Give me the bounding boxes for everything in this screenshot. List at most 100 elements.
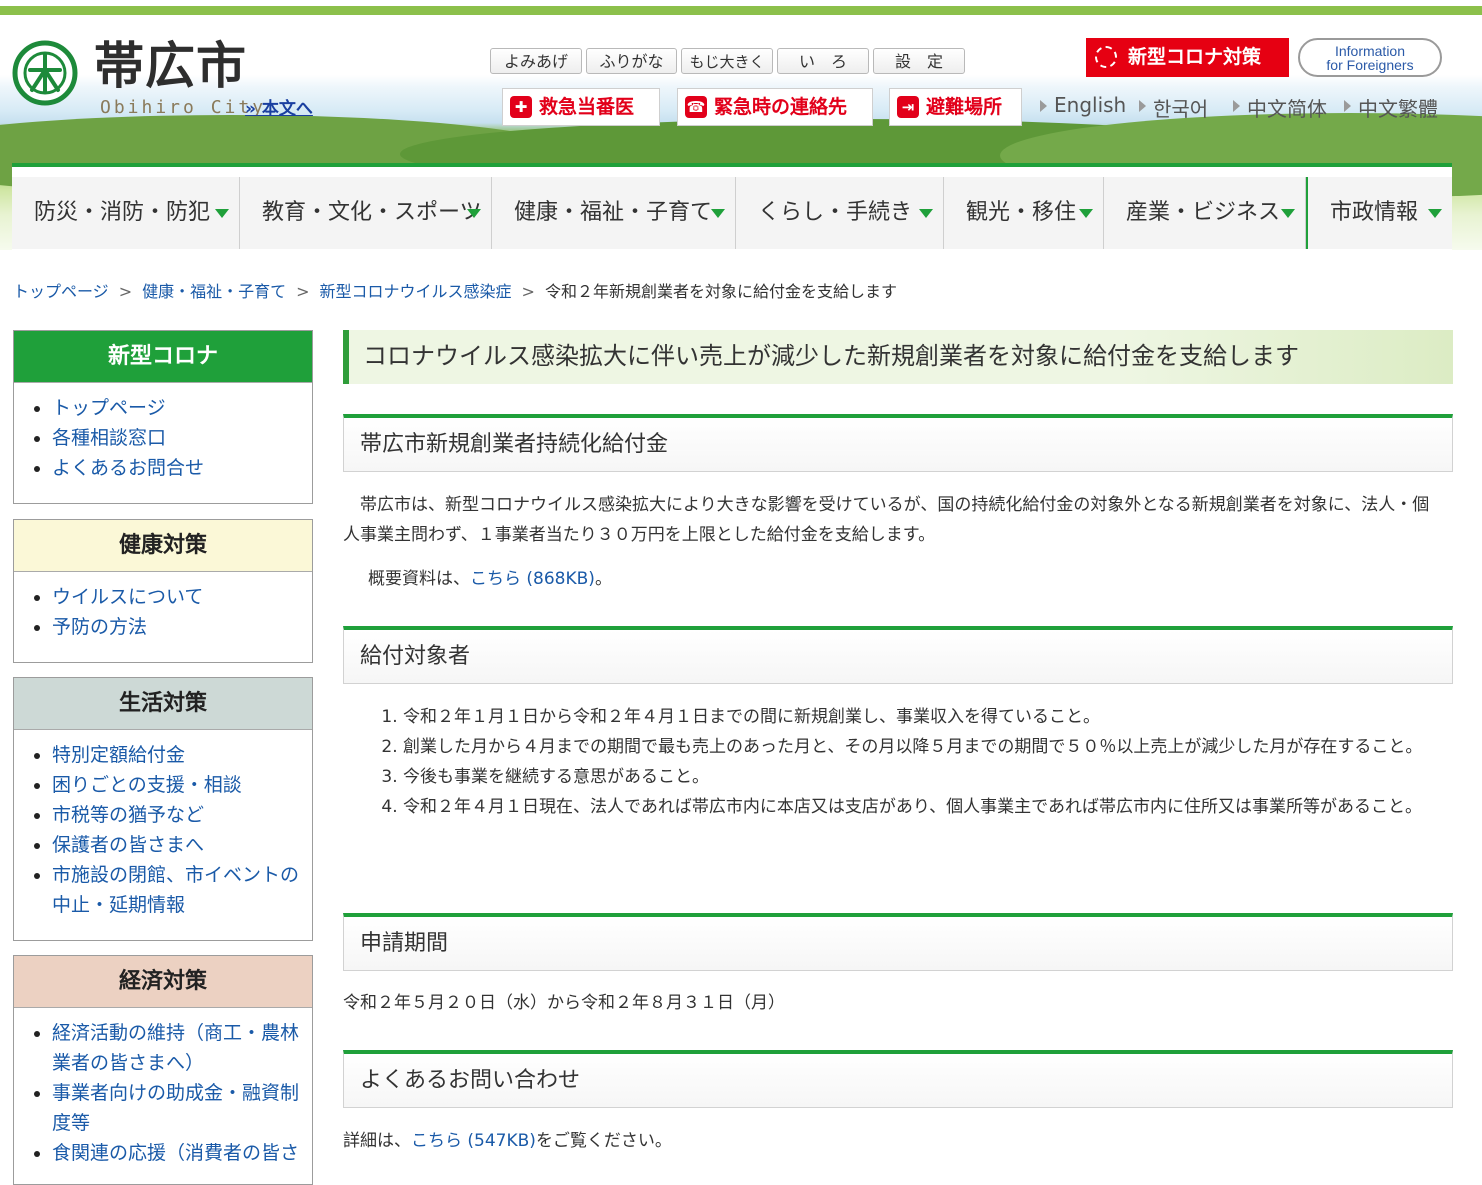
list-item: 市施設の閉館、市イベントの中止・延期情報 <box>52 860 304 920</box>
site-header: 帯広市 Obihiro City » 本文へ よみあげ ふりがな もじ大きく い… <box>0 15 1482 250</box>
sidebar-link[interactable]: ウイルスについて <box>52 586 203 608</box>
text-size-button[interactable]: もじ大きく <box>681 48 773 74</box>
list-item: 経済活動の維持（商工・農林業者の皆さまへ） <box>52 1018 304 1078</box>
breadcrumb-separator: > <box>118 282 133 301</box>
breadcrumb-separator: > <box>296 282 310 301</box>
skip-to-content-link[interactable]: » 本文へ <box>245 94 313 119</box>
emergency-contacts-label: 緊急時の連絡先 <box>714 96 848 118</box>
nav-label: 教育・文化・スポーツ <box>262 200 482 225</box>
city-emblem-logo[interactable] <box>12 40 78 106</box>
list-item: 食関連の応援（消費者の皆さ <box>52 1138 304 1168</box>
faq-paragraph: 詳細は、こちら (547KB)をご覧ください。 <box>343 1126 1443 1156</box>
lang-english[interactable]: English <box>1054 93 1126 117</box>
emergency-contacts-button[interactable]: ☎ 緊急時の連絡先 <box>677 88 873 126</box>
faq-prefix: 詳細は、 <box>343 1131 411 1151</box>
nav-living-procedures[interactable]: くらし・手続き <box>736 177 944 249</box>
nav-industry-business[interactable]: 産業・ビジネス <box>1104 177 1306 249</box>
sidebar-heading: 経済対策 <box>14 956 312 1008</box>
overview-suffix: 。 <box>594 569 612 589</box>
nav-tourism-migration[interactable]: 観光・移住 <box>944 177 1104 249</box>
sidebar-link[interactable]: 事業者向けの助成金・融資制度等 <box>52 1082 299 1134</box>
sidebar-list: 経済活動の維持（商工・農林業者の皆さまへ） 事業者向けの助成金・融資制度等 食関… <box>14 1008 312 1178</box>
list-item: 各種相談窓口 <box>52 423 304 453</box>
plus-cross-icon: ✚ <box>510 96 532 118</box>
nav-health-welfare[interactable]: 健康・福祉・子育て <box>492 177 736 249</box>
site-title[interactable]: 帯広市 <box>94 37 247 95</box>
page-title: コロナウイルス感染拡大に伴い売上が減少した新規創業者を対象に給付金を支給します <box>343 330 1453 384</box>
breadcrumb-link-health[interactable]: 健康・福祉・子育て <box>142 282 286 301</box>
sidebar-link[interactable]: 特別定額給付金 <box>52 744 185 766</box>
sidebar-link[interactable]: 困りごとの支援・相談 <box>52 774 242 796</box>
faq-pdf-link[interactable]: こちら (547KB) <box>411 1131 536 1151</box>
sidebar-list: トップページ 各種相談窓口 よくあるお問合せ <box>14 383 312 493</box>
sidebar-economy-box: 経済対策 経済活動の維持（商工・農林業者の皆さまへ） 事業者向けの助成金・融資制… <box>13 955 313 1185</box>
nav-city-info[interactable]: 市政情報 <box>1306 177 1452 249</box>
list-item: ウイルスについて <box>52 582 304 612</box>
faq-suffix: をご覧ください。 <box>535 1131 672 1151</box>
breadcrumb: トップページ > 健康・福祉・子育て > 新型コロナウイルス感染症 > 令和２年新規創業者を… <box>13 278 897 302</box>
furigana-button[interactable]: ふりがな <box>586 48 677 74</box>
sidebar-list: 特別定額給付金 困りごとの支援・相談 市税等の猶予など 保護者の皆さまへ 市施設… <box>14 730 312 930</box>
sidebar-living-box: 生活対策 特別定額給付金 困りごとの支援・相談 市税等の猶予など 保護者の皆さま… <box>13 677 313 941</box>
list-item: 令和２年４月１日現在、法人であれば帯広市内に本店又は支店があり、個人事業主であれ… <box>403 792 1482 822</box>
covid-measures-button[interactable]: 新型コロナ対策 <box>1086 38 1289 77</box>
information-for-foreigners-button[interactable]: Information for Foreigners <box>1298 38 1442 77</box>
evacuation-sites-button[interactable]: ⇥ 避難場所 <box>889 88 1022 126</box>
nav-disaster-prevention[interactable]: 防災・消防・防犯 <box>12 177 240 249</box>
lang-simplified-chinese[interactable]: 中文简体 <box>1247 93 1327 122</box>
nav-label: 産業・ビジネス <box>1126 200 1281 225</box>
nav-label: 健康・福祉・子育て <box>514 200 713 225</box>
section-heading-eligibility: 給付対象者 <box>343 626 1453 684</box>
sidebar-link[interactable]: 市税等の猶予など <box>52 804 204 826</box>
sidebar-link[interactable]: 保護者の皆さまへ <box>52 834 204 856</box>
arrow-right-icon <box>1344 100 1351 112</box>
overview-pdf-link[interactable]: こちら (868KB) <box>470 569 595 589</box>
chevron-down-icon <box>1079 209 1093 218</box>
chevron-down-icon <box>467 209 481 218</box>
emergency-doctor-label: 救急当番医 <box>539 96 635 118</box>
arrow-right-icon <box>1040 100 1047 112</box>
list-item: 保護者の皆さまへ <box>52 830 304 860</box>
chevron-down-icon <box>919 209 933 218</box>
section-heading-grant: 帯広市新規創業者持続化給付金 <box>343 414 1453 472</box>
overview-paragraph: 概要資料は、こちら (868KB)。 <box>343 564 1468 594</box>
sidebar-link[interactable]: トップページ <box>52 397 166 419</box>
breadcrumb-link-top[interactable]: トップページ <box>13 282 109 301</box>
settings-button[interactable]: 設 定 <box>873 48 965 74</box>
list-item: 事業者向けの助成金・融資制度等 <box>52 1078 304 1138</box>
list-item: 特別定額給付金 <box>52 740 304 770</box>
sidebar-health-box: 健康対策 ウイルスについて 予防の方法 <box>13 519 313 663</box>
list-item: 今後も事業を継続する意思があること。 <box>403 762 1482 792</box>
chevron-down-icon <box>1428 209 1442 218</box>
nav-education-culture[interactable]: 教育・文化・スポーツ <box>240 177 492 249</box>
breadcrumb-link-covid[interactable]: 新型コロナウイルス感染症 <box>320 282 512 301</box>
arrow-right-icon <box>1139 100 1146 112</box>
read-aloud-button[interactable]: よみあげ <box>490 48 582 74</box>
sidebar-link[interactable]: 予防の方法 <box>52 616 147 638</box>
color-button[interactable]: い ろ <box>777 48 869 74</box>
list-item: 困りごとの支援・相談 <box>52 770 304 800</box>
sidebar-link[interactable]: 経済活動の維持（商工・農林業者の皆さまへ） <box>52 1022 299 1074</box>
nav-label: くらし・手続き <box>758 200 913 225</box>
breadcrumb-separator: > <box>521 282 535 301</box>
covid-measures-label: 新型コロナ対策 <box>1128 46 1262 68</box>
sidebar-link[interactable]: 市施設の閉館、市イベントの中止・延期情報 <box>52 864 299 916</box>
global-navigation: 防災・消防・防犯 教育・文化・スポーツ 健康・福祉・子育て くらし・手続き 観光… <box>12 163 1452 250</box>
lang-korean[interactable]: 한국어 <box>1153 93 1208 122</box>
sidebar-link[interactable]: 各種相談窓口 <box>52 427 166 449</box>
emergency-doctor-button[interactable]: ✚ 救急当番医 <box>502 88 660 126</box>
foreigners-line1: Information <box>1334 43 1406 59</box>
foreigners-line2: for Foreigners <box>1326 57 1414 73</box>
sidebar-link[interactable]: よくあるお問合せ <box>52 457 204 479</box>
lang-traditional-chinese[interactable]: 中文繁體 <box>1358 93 1438 122</box>
top-accent-bar <box>0 6 1482 15</box>
list-item: 予防の方法 <box>52 612 304 642</box>
chevron-down-icon <box>711 209 725 218</box>
list-item: トップページ <box>52 393 304 423</box>
sidebar-link[interactable]: 食関連の応援（消費者の皆さ <box>52 1142 299 1164</box>
nav-label: 市政情報 <box>1330 200 1419 225</box>
list-item: よくあるお問合せ <box>52 453 304 483</box>
list-item: 令和２年１月１日から令和２年４月１日までの間に新規創業し、事業収入を得ていること… <box>403 702 1482 732</box>
nav-label: 観光・移住 <box>966 200 1077 225</box>
sidebar-heading: 新型コロナ <box>14 331 312 383</box>
